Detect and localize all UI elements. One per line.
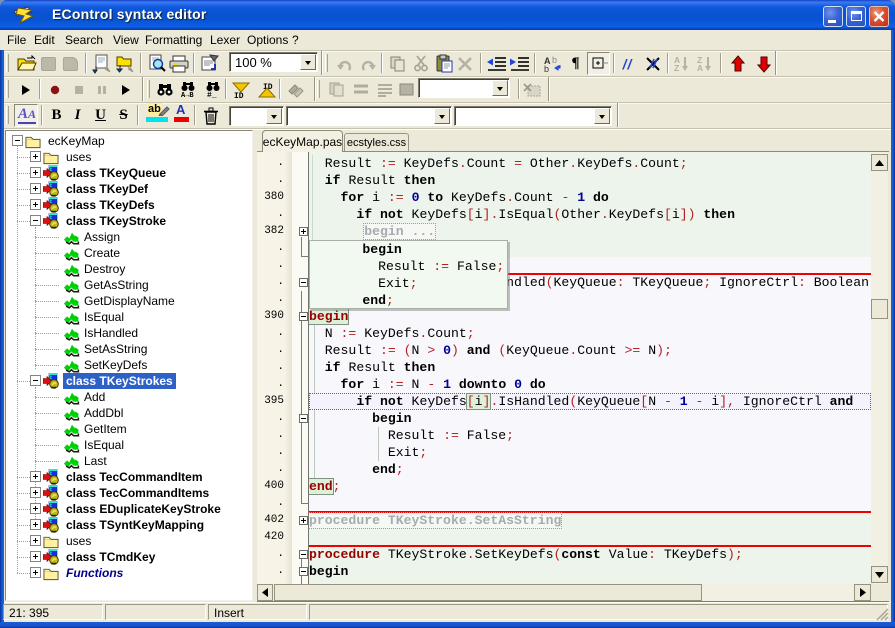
svg-text:A→B: A→B bbox=[181, 92, 194, 98]
svg-text:#_: #_ bbox=[207, 91, 217, 98]
svg-text:Z: Z bbox=[674, 63, 679, 72]
svg-text:b: b bbox=[552, 55, 557, 65]
svg-text:ID: ID bbox=[234, 92, 244, 99]
svg-text:b: b bbox=[544, 64, 549, 73]
svg-text:A: A bbox=[697, 63, 703, 72]
